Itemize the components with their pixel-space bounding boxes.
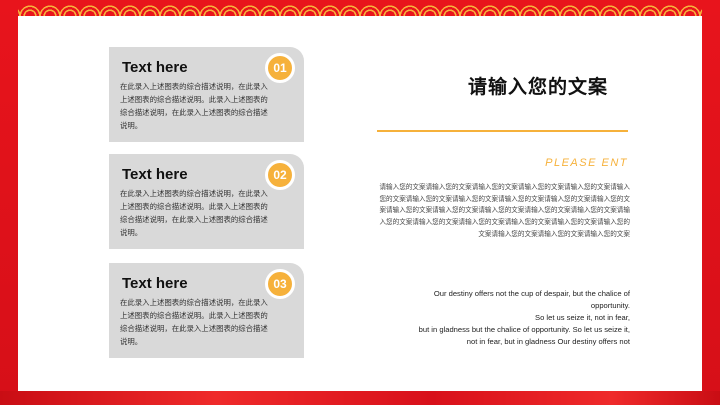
quote-line: not in fear, but in gladness Our destiny… xyxy=(466,337,630,346)
body-paragraph[interactable]: 请输入您的文案请输入您的文案请输入您的文案请输入您的文案请输入您的文案请输入您的… xyxy=(378,182,630,241)
top-wave-border xyxy=(0,0,720,16)
list-item[interactable]: Text here 01 在此录入上述图表的综合描述说明，在此录入上述图表的综合… xyxy=(109,47,304,142)
bottom-border xyxy=(0,391,720,405)
list-item[interactable]: Text here 03 在此录入上述图表的综合描述说明，在此录入上述图表的综合… xyxy=(109,263,304,358)
left-border xyxy=(0,0,18,405)
item-description: 在此录入上述图表的综合描述说明，在此录入上述图表的综合描述说明。此录入上述图表的… xyxy=(120,298,268,346)
item-description: 在此录入上述图表的综合描述说明，在此录入上述图表的综合描述说明。此录入上述图表的… xyxy=(120,189,268,237)
quote-line: Our destiny offers not the cup of despai… xyxy=(433,289,630,298)
item-title: Text here xyxy=(122,166,188,183)
right-border xyxy=(702,0,720,405)
page-title[interactable]: 请输入您的文案 xyxy=(468,72,608,99)
subtitle[interactable]: PLEASE ENT xyxy=(545,157,628,169)
quote-line: opportunity. xyxy=(590,301,630,310)
item-title: Text here xyxy=(122,275,188,292)
divider xyxy=(377,130,628,132)
quote-line: So let us seize it, not in fear, xyxy=(535,313,630,322)
number-badge: 03 xyxy=(265,269,295,299)
item-title: Text here xyxy=(122,59,188,76)
quote-block[interactable]: Our destiny offers not the cup of despai… xyxy=(378,288,630,348)
quote-line: but in gladness but the chalice of oppor… xyxy=(418,325,630,334)
list-item[interactable]: Text here 02 在此录入上述图表的综合描述说明，在此录入上述图表的综合… xyxy=(109,154,304,249)
item-description: 在此录入上述图表的综合描述说明，在此录入上述图表的综合描述说明。此录入上述图表的… xyxy=(120,82,268,130)
number-badge: 02 xyxy=(265,160,295,190)
number-badge: 01 xyxy=(265,53,295,83)
